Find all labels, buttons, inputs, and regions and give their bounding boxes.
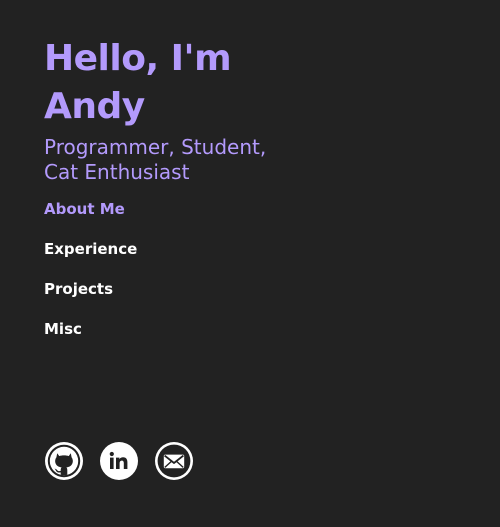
tagline-line-2: Cat Enthusiast: [44, 160, 190, 184]
nav-item-about-me[interactable]: About Me: [44, 199, 137, 239]
tagline-line-1: Programmer, Student,: [44, 135, 267, 159]
linkedin-link[interactable]: [99, 441, 139, 481]
title-line-name: Andy: [44, 86, 145, 127]
nav-item-projects[interactable]: Projects: [44, 279, 137, 319]
page-title: Hello, I'm Andy: [44, 35, 344, 131]
mail-link[interactable]: [154, 441, 194, 481]
github-icon: [45, 442, 83, 480]
tagline: Programmer, Student, Cat Enthusiast: [44, 135, 344, 185]
portfolio-page: Hello, I'm Andy Programmer, Student, Cat…: [0, 0, 500, 527]
linkedin-icon: [100, 442, 138, 480]
title-line-greeting: Hello, I'm: [44, 38, 232, 79]
social-links: [44, 441, 194, 481]
section-nav: About Me Experience Projects Misc: [44, 199, 137, 359]
mail-icon: [155, 442, 193, 480]
github-link[interactable]: [44, 441, 84, 481]
hero-section: Hello, I'm Andy Programmer, Student, Cat…: [44, 35, 344, 185]
nav-item-misc[interactable]: Misc: [44, 319, 137, 359]
nav-item-experience[interactable]: Experience: [44, 239, 137, 279]
